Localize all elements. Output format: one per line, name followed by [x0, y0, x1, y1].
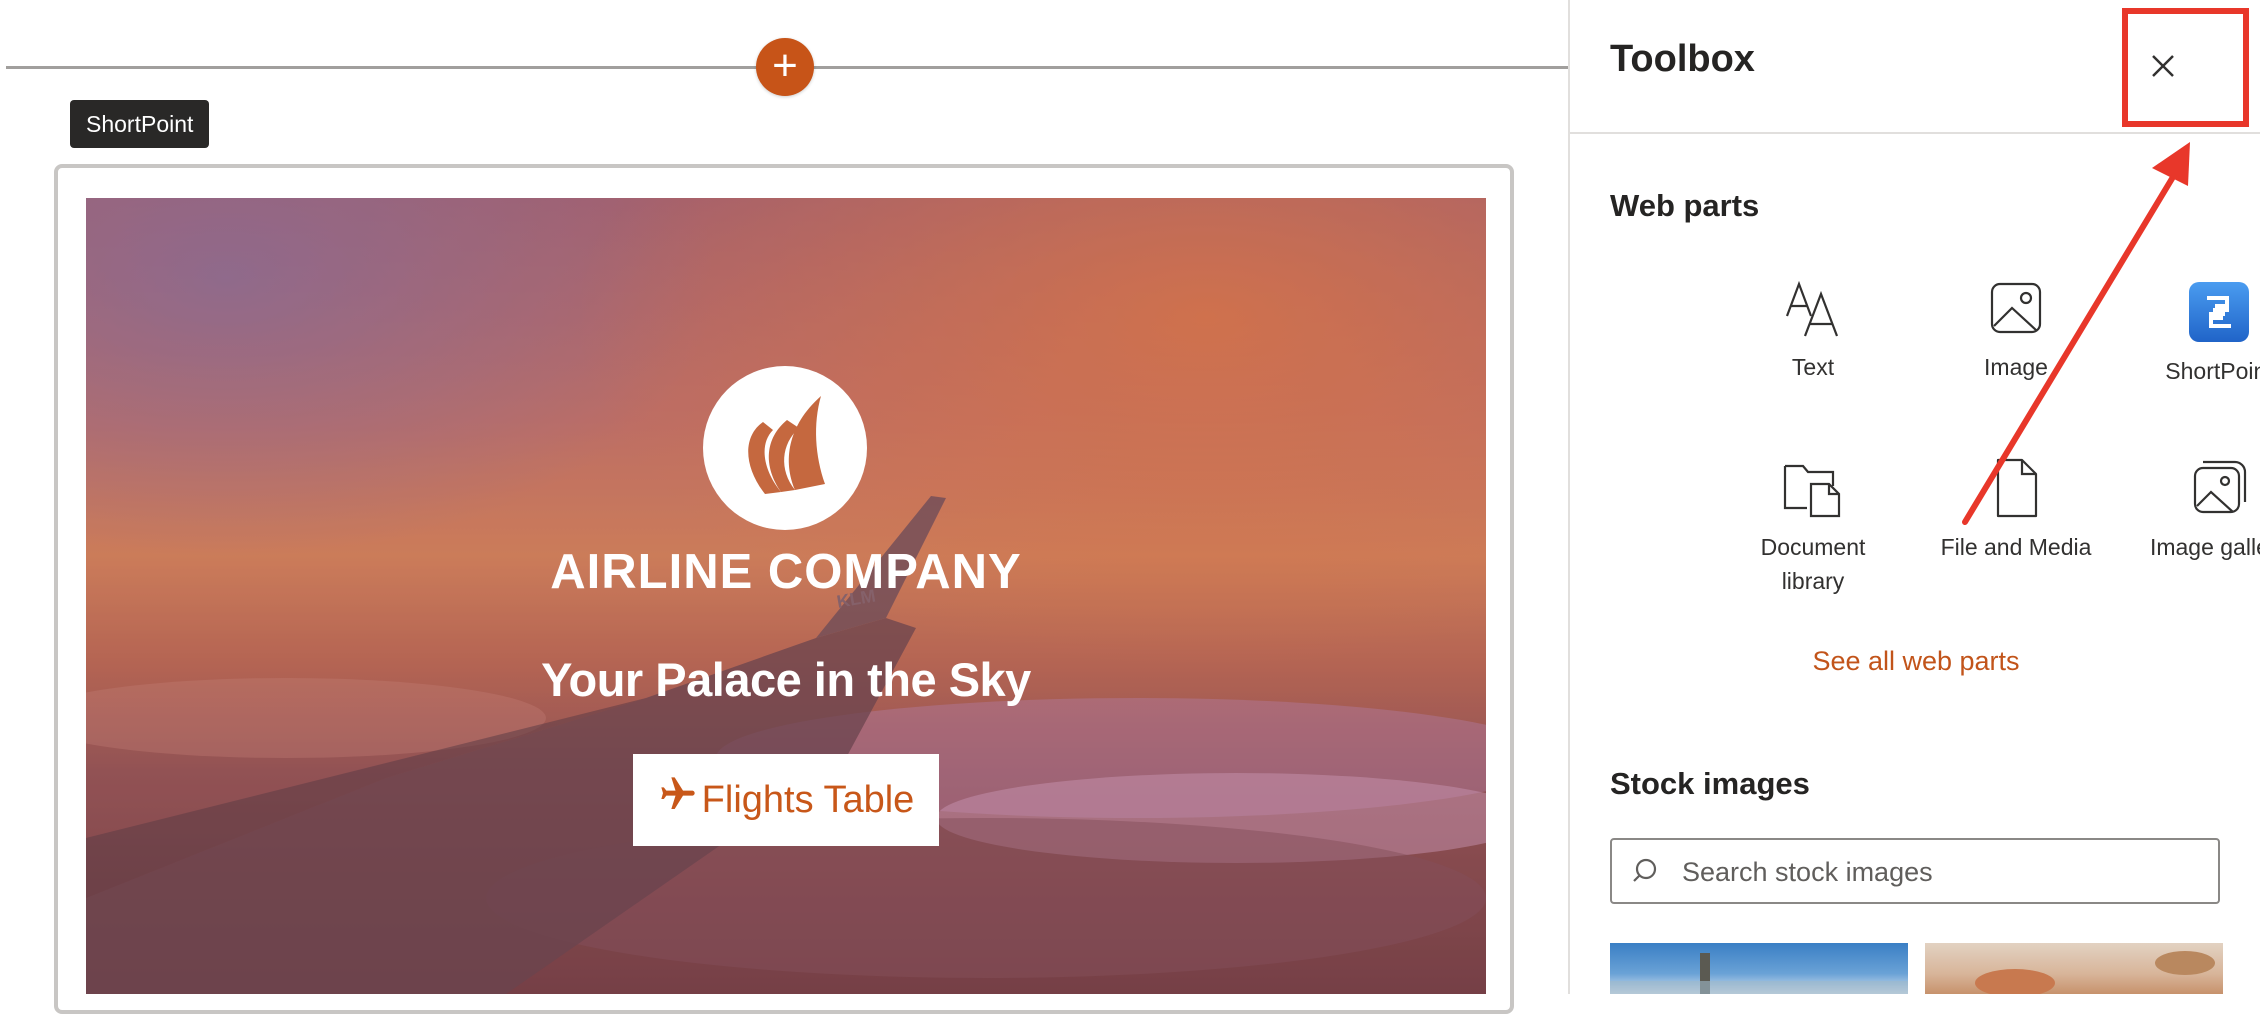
airline-logo: [703, 366, 867, 530]
webpart-shortpoint[interactable]: ShortPoint: [2119, 280, 2260, 388]
toolbox-title: Toolbox: [1610, 38, 1755, 80]
shortpoint-icon: [2189, 282, 2249, 342]
webpart-image-gallery[interactable]: Image gallery: [2119, 456, 2260, 564]
webpart-label: Image: [1984, 354, 2048, 380]
hero-tagline: Your Palace in the Sky: [541, 653, 1031, 706]
webpart-document-library[interactable]: Document library: [1713, 456, 1913, 598]
web-parts-heading: Web parts: [1610, 188, 1760, 223]
flights-table-button[interactable]: Flights Table: [633, 754, 939, 846]
page-canvas: + ShortPoint KLM AIRLINE COMPANY Your Pa…: [0, 0, 1568, 1014]
stock-images-heading: Stock images: [1610, 766, 1810, 801]
webpart-label: File and Media: [1940, 534, 2092, 560]
see-all-web-parts-link[interactable]: See all web parts: [1570, 646, 2260, 677]
file-icon: [1996, 458, 2038, 518]
webpart-label: ShortPoint: [2165, 358, 2260, 384]
webpart-label: Text: [1791, 354, 1835, 380]
search-input[interactable]: [1680, 848, 2204, 896]
airplane-icon: [658, 756, 698, 848]
webpart-label: Document library: [1760, 534, 1866, 594]
add-section-button[interactable]: +: [756, 38, 814, 96]
webpart-label: Image gallery: [2149, 534, 2260, 560]
annotation-highlight-box: [2122, 8, 2249, 127]
toolbox-panel: Toolbox Web parts Text Image ShortPoin D…: [1568, 0, 2260, 994]
webpart-text[interactable]: Text: [1713, 276, 1913, 384]
search-icon: [1633, 858, 1657, 882]
webpart-image[interactable]: Image: [1916, 276, 2116, 384]
stock-image-thumbnail[interactable]: [1610, 943, 1908, 994]
stock-images-search[interactable]: [1610, 838, 2220, 904]
image-icon: [1990, 282, 2042, 334]
toolbox-header: Toolbox: [1570, 0, 2260, 134]
stock-image-thumbnail[interactable]: [1925, 943, 2223, 994]
flights-table-label: Flights Table: [701, 779, 915, 821]
hero-banner: KLM AIRLINE COMPANY Your Palace in the S…: [86, 198, 1486, 994]
document-library-icon: [1783, 464, 1841, 518]
webpart-name-tag: ShortPoint: [70, 100, 210, 148]
webpart-file-and-media[interactable]: File and Media: [1916, 456, 2116, 564]
company-name: AIRLINE COMPANY: [550, 545, 1022, 599]
image-gallery-icon: [2193, 460, 2247, 514]
airline-logo-mark: [748, 396, 825, 494]
text-icon: [1785, 280, 1839, 337]
